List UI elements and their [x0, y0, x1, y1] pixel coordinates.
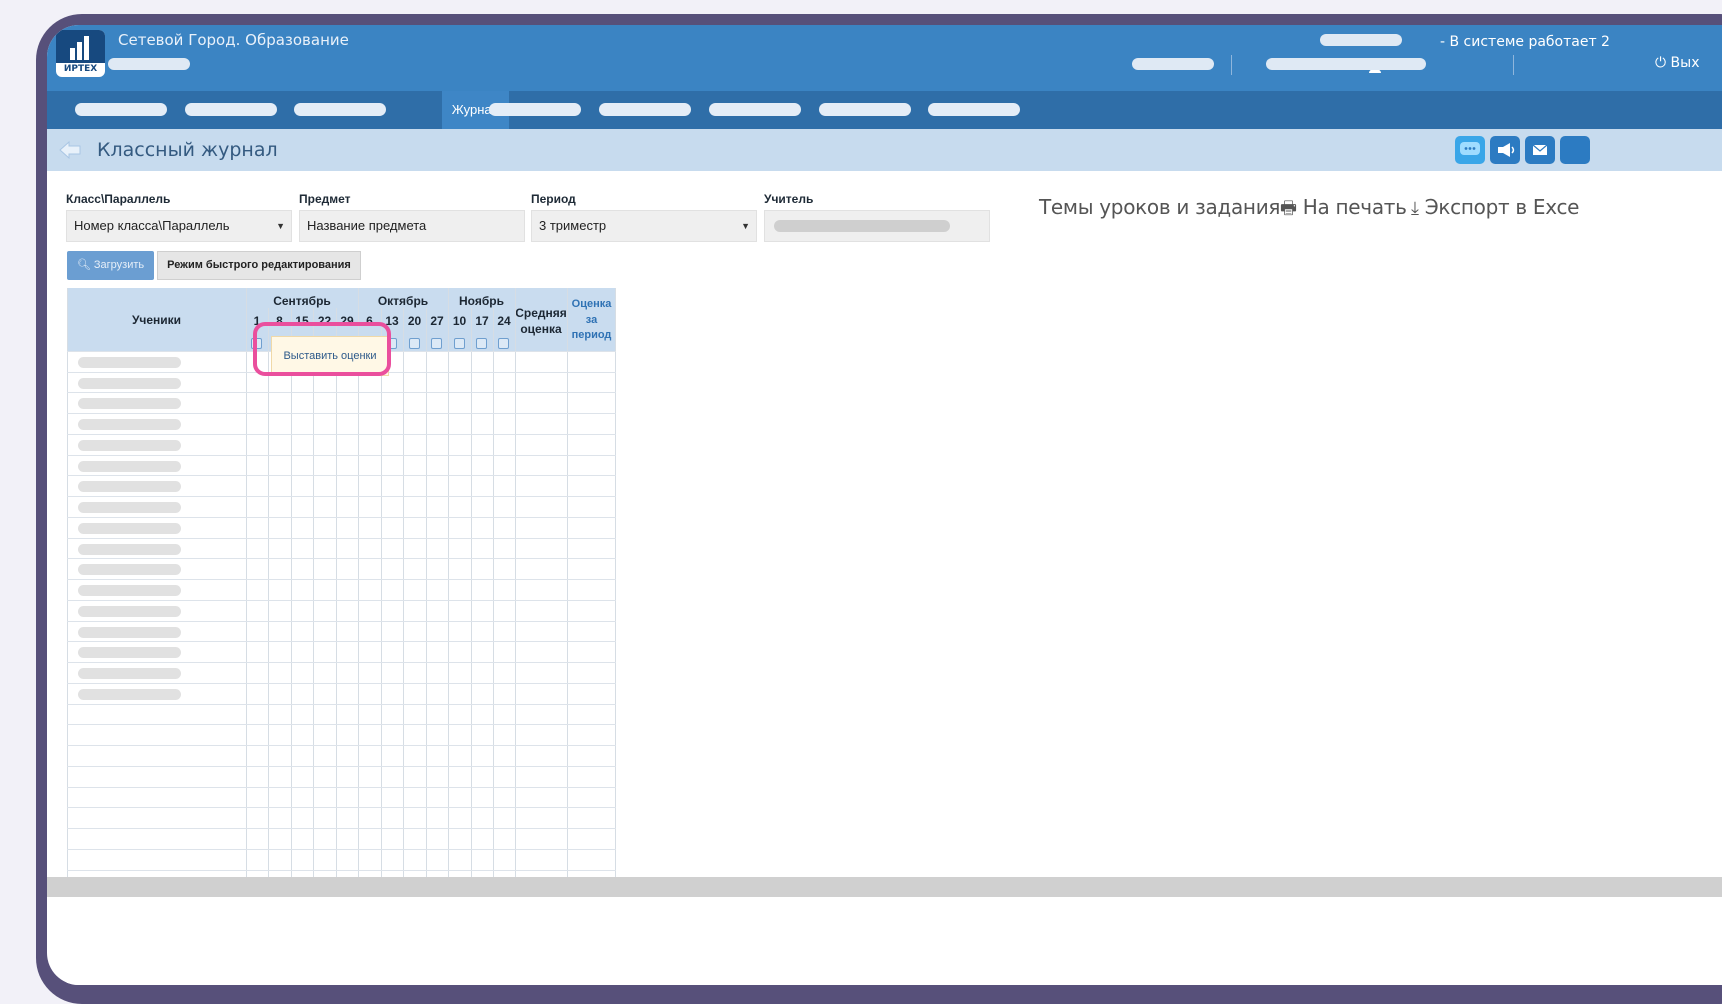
average-grade-header: Средняя оценка — [515, 305, 567, 337]
nav-item[interactable] — [185, 103, 277, 116]
day-header[interactable]: 24 — [493, 314, 515, 328]
period-grade-header-line1: Оценка — [571, 298, 612, 310]
student-name[interactable] — [78, 523, 181, 534]
day-header[interactable]: 17 — [471, 314, 493, 328]
student-name[interactable] — [78, 564, 181, 575]
mail-button[interactable] — [1525, 136, 1555, 164]
school-name-placeholder — [108, 58, 190, 70]
chat-button[interactable] — [1455, 136, 1485, 164]
class-label: Класс\Параллель — [66, 192, 171, 206]
period-label: Период — [531, 192, 576, 206]
period-select-value: 3 триместр — [539, 218, 607, 233]
lesson-checkbox[interactable] — [476, 338, 487, 349]
nav-item[interactable] — [928, 103, 1020, 116]
logout-label: Вых — [1670, 55, 1700, 71]
period-grade-header-line3: период — [571, 329, 612, 341]
lesson-checkbox[interactable] — [431, 338, 442, 349]
student-name[interactable] — [78, 378, 181, 389]
horizontal-scrollbar[interactable] — [47, 877, 1722, 897]
more-button[interactable] — [1560, 136, 1590, 164]
student-name[interactable] — [78, 481, 181, 492]
student-name[interactable] — [78, 668, 181, 679]
topics-link[interactable]: Темы уроков и задания — [1039, 195, 1280, 219]
nav-item[interactable] — [709, 103, 801, 116]
power-icon: ⏻ — [1655, 55, 1667, 71]
printer-icon: 🖶 — [1280, 198, 1297, 219]
nav-item[interactable] — [75, 103, 167, 116]
tooltip-highlight-outline — [253, 322, 391, 376]
lesson-checkbox[interactable] — [409, 338, 420, 349]
export-excel-link[interactable]: ⤓ Экспорт в Exce — [1411, 195, 1579, 219]
load-button[interactable]: 🔍︎ Загрузить — [67, 251, 154, 280]
fast-edit-button[interactable]: Режим быстрого редактирования — [157, 251, 361, 280]
search-icon: 🔍︎ — [76, 259, 91, 271]
teacher-label: Учитель — [764, 192, 814, 206]
subject-field[interactable]: Название предмета — [299, 210, 525, 242]
print-link[interactable]: 🖶 На печать — [1280, 195, 1407, 226]
main-nav: Журнал — [47, 91, 1722, 129]
app-screen: ИРТЕХ Сетевой Город. Образование - В сис… — [47, 25, 1722, 985]
teacher-name-placeholder — [774, 220, 950, 232]
nav-item[interactable] — [294, 103, 386, 116]
student-name[interactable] — [78, 647, 181, 658]
page-title: Классный журнал — [97, 139, 278, 161]
student-name[interactable] — [78, 398, 181, 409]
students-header: Ученики — [131, 313, 182, 327]
logout-button[interactable]: ⏻ Вых — [1655, 55, 1699, 71]
student-name[interactable] — [78, 689, 181, 700]
nav-item[interactable] — [489, 103, 581, 116]
day-header[interactable]: 27 — [426, 314, 448, 328]
top-header: ИРТЕХ Сетевой Город. Образование - В сис… — [47, 25, 1722, 91]
student-name[interactable] — [78, 419, 181, 430]
nav-item[interactable] — [599, 103, 691, 116]
student-name[interactable] — [78, 440, 181, 451]
subject-field-value: Название предмета — [307, 218, 427, 233]
nav-item[interactable] — [819, 103, 911, 116]
student-name[interactable] — [78, 606, 181, 617]
print-link-label: На печать — [1302, 195, 1407, 219]
average-grade-header-line1: Средняя — [515, 306, 567, 320]
student-name[interactable] — [78, 585, 181, 596]
month-header-november[interactable]: Ноябрь — [448, 294, 515, 308]
period-grade-header-line2: за — [585, 313, 598, 326]
day-header[interactable]: 10 — [448, 314, 471, 328]
announcements-button[interactable] — [1490, 136, 1520, 164]
student-name[interactable] — [78, 502, 181, 513]
chevron-down-icon: ▼ — [741, 221, 750, 231]
export-icon: ⤓ — [1411, 198, 1419, 219]
mail-icon — [1532, 144, 1548, 155]
back-arrow-icon[interactable] — [59, 140, 81, 160]
period-grade-header[interactable]: Оценка за период — [567, 297, 616, 344]
month-header-october[interactable]: Октябрь — [358, 294, 448, 308]
load-button-label: Загрузить — [93, 259, 145, 271]
student-name[interactable] — [78, 461, 181, 472]
chat-icon — [1460, 142, 1480, 155]
megaphone-icon — [1498, 143, 1515, 157]
topics-link-label: Темы уроков и задания — [1039, 195, 1281, 219]
month-header-september[interactable]: Сентябрь — [246, 294, 358, 308]
page-title-bar: Классный журнал — [47, 129, 1722, 171]
app-title: Сетевой Город. Образование — [118, 31, 349, 49]
class-select[interactable]: Номер класса\Параллель ▼ — [66, 210, 292, 242]
student-name[interactable] — [78, 357, 181, 368]
logo[interactable]: ИРТЕХ — [56, 30, 105, 77]
user-count-placeholder — [1320, 34, 1402, 46]
role-placeholder[interactable] — [1132, 58, 1214, 70]
export-link-label: Экспорт в Exce — [1424, 195, 1580, 219]
student-name[interactable] — [78, 544, 181, 555]
chevron-down-icon: ▼ — [276, 221, 285, 231]
average-grade-header-line2: оценка — [520, 322, 562, 336]
lesson-checkbox[interactable] — [454, 338, 465, 349]
lesson-checkbox[interactable] — [498, 338, 509, 349]
subject-label: Предмет — [299, 192, 351, 206]
teacher-field[interactable] — [764, 210, 990, 242]
logo-text: ИРТЕХ — [63, 64, 98, 74]
day-header[interactable]: 20 — [403, 314, 426, 328]
system-status: - В системе работает 2 — [1440, 34, 1610, 50]
period-select[interactable]: 3 триместр ▼ — [531, 210, 757, 242]
user-name-placeholder[interactable] — [1266, 58, 1426, 70]
class-select-value: Номер класса\Параллель — [74, 218, 230, 233]
student-name[interactable] — [78, 627, 181, 638]
